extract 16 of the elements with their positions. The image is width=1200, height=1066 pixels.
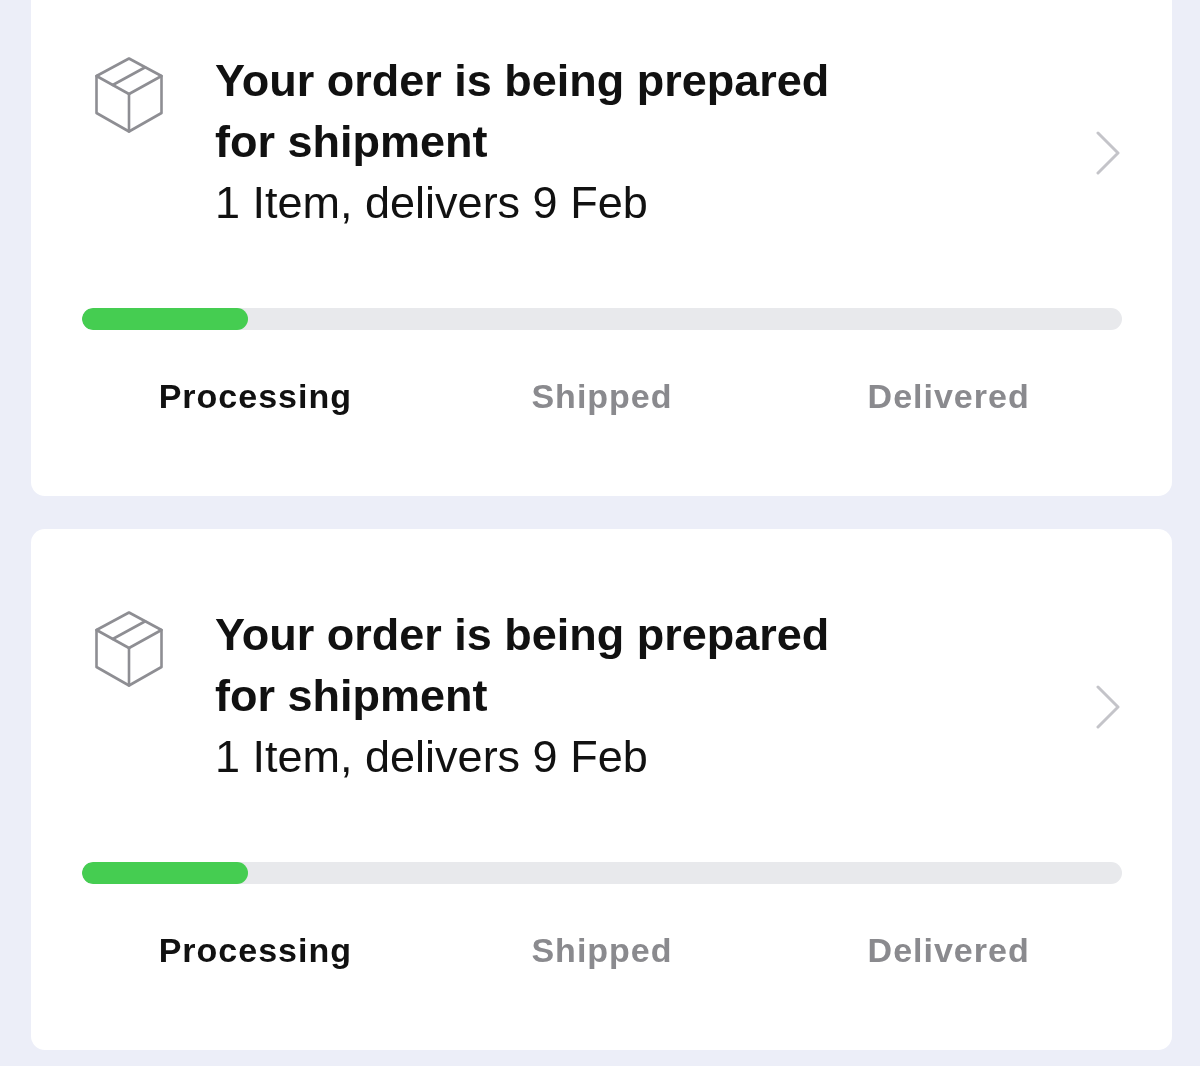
- step-label: Processing: [158, 376, 352, 416]
- package-icon: [95, 57, 163, 133]
- step-label: Processing: [158, 930, 352, 970]
- chevron-right-icon: [1096, 130, 1120, 175]
- step-label: Delivered: [867, 376, 1030, 416]
- order-status-title: Your order is being prepared for shipment: [215, 608, 831, 723]
- step-label: Delivered: [867, 930, 1030, 970]
- order-summary: 1 Item, delivers 9 Feb: [215, 730, 649, 784]
- order-card[interactable]: Your order is being prepared for shipment 1 Item, delivers 9 Feb Processing Shipped Delivered: [31, 529, 1172, 1050]
- order-summary: 1 Item, delivers 9 Feb: [215, 176, 649, 230]
- package-icon: [95, 611, 163, 687]
- step-label: Shipped: [531, 930, 673, 970]
- order-card[interactable]: Your order is being prepared for shipment 1 Item, delivers 9 Feb Processing Shipped Delivered: [31, 0, 1172, 496]
- order-status-title: Your order is being prepared for shipment: [215, 54, 831, 169]
- step-label: Shipped: [531, 376, 673, 416]
- chevron-right-icon: [1096, 684, 1120, 729]
